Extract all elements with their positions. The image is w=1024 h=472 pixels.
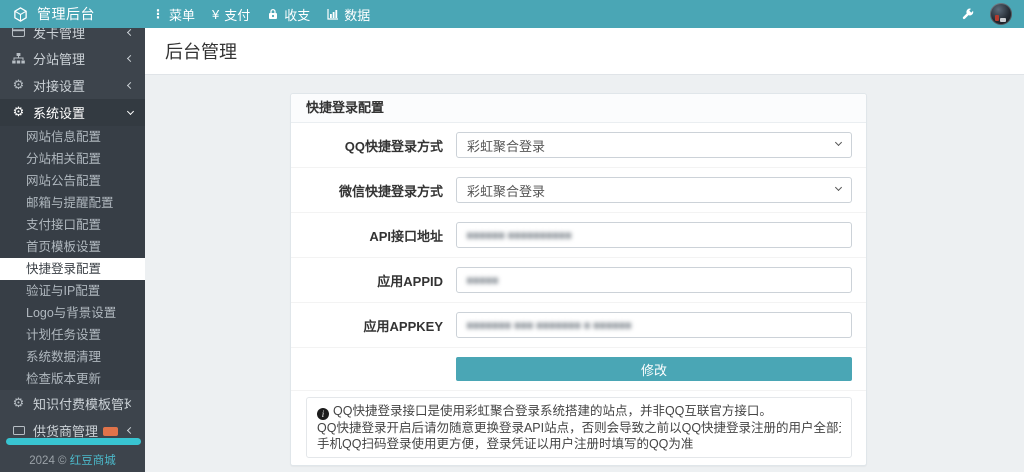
notes-area: i QQ快捷登录接口是使用彩虹聚合登录系统搭建的站点，并非QQ互联官方接口。 QQ…: [291, 391, 866, 465]
sidebar-item-substation[interactable]: 分站管理: [0, 45, 145, 72]
sidebar-item-knowledge-template[interactable]: ⚙ 知识付费模板管理: [0, 390, 145, 417]
form-row-appid: 应用APPID ▆▆▆▆▆: [291, 258, 866, 303]
chevron-left-icon: [126, 54, 135, 63]
submenu-payment-api[interactable]: 支付接口配置: [0, 214, 145, 236]
appid-label: 应用APPID: [377, 273, 443, 289]
qq-login-label: QQ快捷登录方式: [344, 138, 443, 154]
note-text: QQ快捷登录开启后请勿随意更换登录API站点，否则会导致之前以QQ快捷登录注册的…: [317, 421, 841, 435]
submenu-mail-reminder[interactable]: 邮箱与提醒配置: [0, 192, 145, 214]
cogs-icon: ⚙: [12, 396, 25, 411]
page-title: 后台管理: [165, 42, 237, 62]
submenu-data-cleanup[interactable]: 系统数据清理: [0, 346, 145, 368]
sidebar-item-system-settings[interactable]: ⚙ 系统设置: [0, 99, 145, 126]
nav-item-pay[interactable]: ¥ 支付: [212, 5, 250, 24]
form-row-wechat-login: 微信快捷登录方式 彩虹聚合登录: [291, 168, 866, 213]
gear-icon: ⚙: [12, 105, 25, 120]
submenu-site-announcement[interactable]: 网站公告配置: [0, 170, 145, 192]
form-row-api-address: API接口地址 ▆▆▆▆▆▆ ▆▆▆▆▆▆▆▆▆▆: [291, 213, 866, 258]
main-content: 后台管理 快捷登录配置 QQ快捷登录方式 彩虹聚合登录 微信快捷登录方式 彩虹聚…: [145, 28, 1024, 472]
chevron-down-icon: [126, 107, 135, 116]
chevron-left-icon: [126, 28, 135, 36]
redacted-value: ▆▆▆▆▆▆▆ ▆▆▆ ▆▆▆▆▆▆▆ ▆ ▆▆▆▆▆▆: [467, 321, 632, 329]
submenu-home-template[interactable]: 首页模板设置: [0, 236, 145, 258]
box-icon: [10, 426, 27, 435]
chevron-left-icon: [126, 81, 135, 90]
submenu-substation-related[interactable]: 分站相关配置: [0, 148, 145, 170]
submenu-logo-background[interactable]: Logo与背景设置: [0, 302, 145, 324]
admin-app: 管理后台 ⋮ 菜单 ¥ 支付 收支 数据 发卡管理 分站管理 ⚙ 对接设置 ⚙ …: [0, 0, 1024, 472]
credit-card-icon: [10, 27, 27, 37]
chevron-down-icon: [834, 183, 843, 192]
bar-chart-icon: [327, 8, 339, 20]
appkey-input[interactable]: ▆▆▆▆▆▆▆ ▆▆▆ ▆▆▆▆▆▆▆ ▆ ▆▆▆▆▆▆: [456, 312, 852, 338]
note-text: QQ快捷登录接口是使用彩虹聚合登录系统搭建的站点，并非QQ互联官方接口。: [333, 404, 772, 418]
user-avatar[interactable]: [990, 3, 1012, 25]
nav-item-finance[interactable]: 收支: [267, 5, 310, 24]
api-address-label: API接口地址: [369, 228, 443, 244]
submenu-site-info[interactable]: 网站信息配置: [0, 126, 145, 148]
sidebar-footer: 2024 © 红豆商城: [29, 455, 116, 467]
submenu-cron-tasks[interactable]: 计划任务设置: [0, 324, 145, 346]
appkey-label: 应用APPKEY: [363, 318, 443, 334]
cogs-icon: ⚙: [12, 78, 25, 93]
panel-title: 快捷登录配置: [291, 94, 866, 123]
form-row-qq-login: QQ快捷登录方式 彩虹聚合登录: [291, 123, 866, 168]
page-header: 后台管理: [145, 28, 1024, 75]
appid-input[interactable]: ▆▆▆▆▆: [456, 267, 852, 293]
chevron-left-icon: [126, 426, 135, 435]
brand-title: 管理后台: [37, 6, 95, 22]
topbar-right: [961, 3, 1024, 25]
wechat-login-select[interactable]: 彩虹聚合登录: [456, 177, 852, 203]
new-badge: [103, 427, 119, 436]
topbar: 管理后台 ⋮ 菜单 ¥ 支付 收支 数据: [0, 0, 1024, 28]
brand[interactable]: 管理后台: [0, 4, 140, 24]
yen-icon: ¥: [212, 6, 220, 22]
redacted-value: ▆▆▆▆▆: [467, 276, 499, 284]
qq-login-select[interactable]: 彩虹聚合登录: [456, 132, 852, 158]
form-row-appkey: 应用APPKEY ▆▆▆▆▆▆▆ ▆▆▆ ▆▆▆▆▆▆▆ ▆ ▆▆▆▆▆▆: [291, 303, 866, 348]
submenu-quick-login-active[interactable]: 快捷登录配置: [0, 258, 145, 280]
api-address-input[interactable]: ▆▆▆▆▆▆ ▆▆▆▆▆▆▆▆▆▆: [456, 222, 852, 248]
nav-item-data[interactable]: 数据: [327, 5, 370, 24]
nav-item-menu[interactable]: ⋮ 菜单: [152, 5, 195, 24]
topnav: ⋮ 菜单 ¥ 支付 收支 数据: [152, 5, 370, 24]
sitemap-icon: [10, 53, 27, 64]
system-settings-submenu: 网站信息配置 分站相关配置 网站公告配置 邮箱与提醒配置 支付接口配置 首页模板…: [0, 126, 145, 390]
sidebar-item-docking[interactable]: ⚙ 对接设置: [0, 72, 145, 99]
safe-lock-icon: [267, 8, 279, 20]
note-text: 手机QQ扫码登录使用更方便，登录凭证以用户注册时填写的QQ为准: [317, 437, 694, 451]
submenu-version-check[interactable]: 检查版本更新: [0, 368, 145, 390]
sidebar-progress-bar: [6, 438, 141, 445]
quick-login-config-panel: 快捷登录配置 QQ快捷登录方式 彩虹聚合登录 微信快捷登录方式 彩虹聚合登录 A…: [290, 93, 867, 466]
brand-footer-link[interactable]: 红豆商城: [70, 455, 116, 467]
cube-logo-icon: [13, 6, 28, 22]
modify-submit-button[interactable]: 修改: [456, 357, 852, 381]
wrench-icon[interactable]: [961, 8, 974, 21]
chevron-left-icon: [126, 399, 135, 408]
wechat-login-label: 微信快捷登录方式: [338, 183, 443, 199]
button-row: 修改: [291, 348, 866, 391]
menu-dots-icon: ⋮: [152, 7, 164, 21]
submenu-verify-ip[interactable]: 验证与IP配置: [0, 280, 145, 302]
redacted-value: ▆▆▆▆▆▆ ▆▆▆▆▆▆▆▆▆▆: [467, 231, 573, 239]
chevron-down-icon: [834, 138, 843, 147]
sidebar: 发卡管理 分站管理 ⚙ 对接设置 ⚙ 系统设置 网站信息配置 分站相关配置 网站…: [0, 26, 145, 472]
info-circle-icon: i: [317, 408, 329, 420]
notes-box: i QQ快捷登录接口是使用彩虹聚合登录系统搭建的站点，并非QQ互联官方接口。 QQ…: [306, 397, 852, 458]
